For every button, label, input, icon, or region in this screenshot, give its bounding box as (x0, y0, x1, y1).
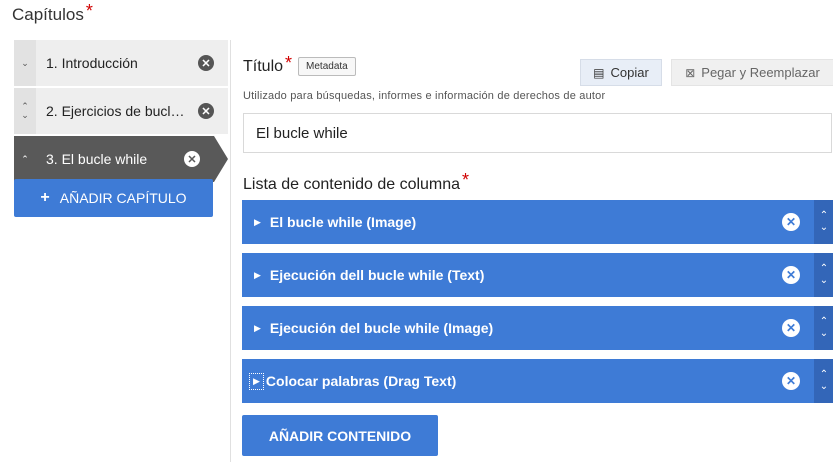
close-icon[interactable]: ✕ (782, 266, 800, 284)
close-icon[interactable]: ✕ (782, 319, 800, 337)
content-list-heading: Lista de contenido de columna * (243, 170, 470, 194)
chapters-heading-label: Capítulos (12, 5, 84, 24)
copy-label: Copiar (610, 65, 649, 80)
copy-button[interactable]: ▤ Copiar (580, 59, 662, 86)
content-item[interactable]: ▶ Ejecución dell bucle while (Text) ✕ ⌃ … (242, 253, 833, 297)
title-field-label: Título (243, 57, 284, 75)
chapters-heading: Capítulos * (12, 1, 93, 25)
plus-icon: + (40, 189, 50, 206)
paste-icon: ⊠ (685, 65, 696, 80)
expand-icon[interactable]: ▶ (249, 372, 264, 390)
chevron-up-icon[interactable]: ⌃ (820, 210, 828, 222)
title-input[interactable] (243, 113, 832, 153)
content-reorder-handle[interactable]: ⌃ ⌄ (814, 200, 833, 244)
title-field-description: Utilizado para búsquedas, informes e inf… (243, 90, 606, 102)
chevron-down-icon[interactable]: ⌄ (21, 58, 29, 68)
content-list-label: Lista de contenido de columna (243, 176, 461, 193)
chevron-down-icon[interactable]: ⌄ (820, 222, 828, 234)
required-mark: * (285, 53, 293, 73)
chapter-reorder-handle[interactable]: ⌃ (14, 136, 36, 182)
expand-icon[interactable]: ▶ (254, 323, 261, 334)
paste-label: Pegar y Reemplazar (701, 65, 820, 80)
title-field-heading: Título * Metadata (243, 53, 356, 77)
content-item-label: Ejecución del bucle while (Image) (269, 320, 494, 336)
chapter-label: 1. Introducción (46, 55, 138, 71)
content-item-label: El bucle while (Image) (269, 214, 417, 230)
expand-icon[interactable]: ▶ (254, 217, 261, 228)
close-icon[interactable]: ✕ (198, 103, 214, 119)
chevron-up-icon[interactable]: ⌃ (820, 263, 828, 275)
clipboard-icon: ▤ (593, 65, 605, 80)
chevron-down-icon[interactable]: ⌄ (820, 381, 828, 393)
paste-replace-button[interactable]: ⊠ Pegar y Reemplazar (671, 59, 833, 86)
chapter-item-active[interactable]: ⌃ 3. El bucle while ✕ (14, 136, 228, 182)
add-chapter-button[interactable]: + AÑADIR CAPÍTULO (14, 179, 213, 217)
chapter-editor: Título * Metadata ▤ Copiar ⊠ Pegar y Reem… (230, 40, 833, 462)
add-content-button[interactable]: AÑADIR CONTENIDO (242, 415, 438, 456)
metadata-button[interactable]: Metadata (298, 57, 356, 76)
content-item-label: Ejecución dell bucle while (Text) (269, 267, 485, 283)
chapter-reorder-handle[interactable]: ⌃ ⌄ (14, 88, 36, 134)
chevron-down-icon[interactable]: ⌄ (21, 111, 29, 120)
required-mark: * (85, 1, 93, 21)
close-icon[interactable]: ✕ (198, 55, 214, 71)
chevron-up-icon[interactable]: ⌃ (21, 154, 29, 164)
chapter-reorder-handle[interactable]: ⌄ (14, 40, 36, 86)
chapter-label: 3. El bucle while (46, 151, 148, 167)
content-reorder-handle[interactable]: ⌃ ⌄ (814, 359, 833, 403)
add-chapter-label: AÑADIR CAPÍTULO (59, 190, 187, 206)
close-icon[interactable]: ✕ (782, 372, 800, 390)
content-list: ▶ El bucle while (Image) ✕ ⌃ ⌄ ▶ Ejecuci… (242, 200, 833, 412)
chevron-down-icon[interactable]: ⌄ (820, 328, 828, 340)
chapter-list: ⌄ 1. Introducción ✕ ⌃ ⌄ 2. Ejercicios de… (14, 40, 228, 184)
expand-icon[interactable]: ▶ (254, 270, 261, 281)
close-icon[interactable]: ✕ (184, 151, 200, 167)
chapter-label: 2. Ejercicios de bucl… (46, 103, 185, 119)
content-reorder-handle[interactable]: ⌃ ⌄ (814, 253, 833, 297)
content-item[interactable]: ▶ Colocar palabras (Drag Text) ✕ ⌃ ⌄ (242, 359, 833, 403)
required-mark: * (462, 170, 470, 190)
chapter-item[interactable]: ⌃ ⌄ 2. Ejercicios de bucl… ✕ (14, 88, 228, 134)
content-item-label: Colocar palabras (Drag Text) (265, 373, 457, 389)
chevron-down-icon[interactable]: ⌄ (820, 275, 828, 287)
close-icon[interactable]: ✕ (782, 213, 800, 231)
content-item[interactable]: ▶ El bucle while (Image) ✕ ⌃ ⌄ (242, 200, 833, 244)
content-reorder-handle[interactable]: ⌃ ⌄ (814, 306, 833, 350)
chevron-up-icon[interactable]: ⌃ (820, 369, 828, 381)
chapter-item[interactable]: ⌄ 1. Introducción ✕ (14, 40, 228, 86)
chevron-up-icon[interactable]: ⌃ (820, 316, 828, 328)
content-item[interactable]: ▶ Ejecución del bucle while (Image) ✕ ⌃ … (242, 306, 833, 350)
